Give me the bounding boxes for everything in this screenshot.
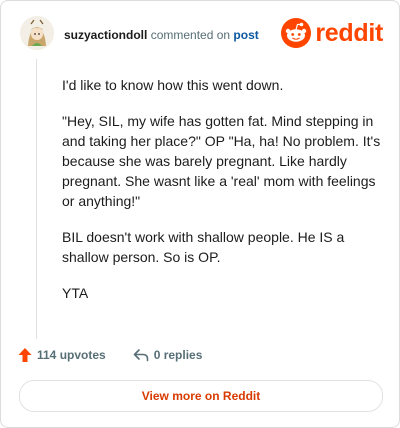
reddit-wordmark: reddit — [315, 18, 383, 47]
upvote-button[interactable]: 114 upvotes — [18, 347, 106, 363]
upvote-count: 114 upvotes — [37, 348, 106, 362]
comment-actions: 114 upvotes 0 replies — [18, 344, 202, 366]
reply-button[interactable]: 0 replies — [133, 348, 203, 362]
avatar[interactable] — [20, 16, 54, 50]
comment-body: I'd like to know how this went down. "He… — [62, 75, 384, 319]
reddit-logo[interactable]: reddit — [281, 18, 383, 48]
comment-paragraph: BIL doesn't work with shallow people. He… — [62, 229, 345, 265]
post-link[interactable]: post — [233, 28, 258, 42]
avatar-icon — [20, 16, 54, 50]
comment-paragraph: I'd like to know how this went down. — [62, 77, 284, 93]
comment-paragraph: YTA — [62, 285, 89, 301]
view-more-on-reddit-button[interactable]: View more on Reddit — [19, 380, 383, 412]
upvote-arrow-icon — [18, 348, 32, 362]
commented-on-text: commented on — [150, 28, 231, 42]
comment-header: suzyactiondoll commented on post reddit — [20, 16, 383, 52]
comment-paragraph: "Hey, SIL, my wife has gotten fat. Mind … — [62, 113, 381, 209]
reddit-snoo-icon — [281, 18, 312, 48]
reply-arrow-icon — [133, 349, 149, 362]
reply-count: 0 replies — [153, 348, 203, 362]
username-link[interactable]: suzyactiondoll — [64, 28, 147, 42]
comment-card: suzyactiondoll commented on post reddit … — [0, 0, 400, 428]
author-line: suzyactiondoll commented on post — [64, 28, 259, 42]
thread-line — [36, 59, 37, 339]
